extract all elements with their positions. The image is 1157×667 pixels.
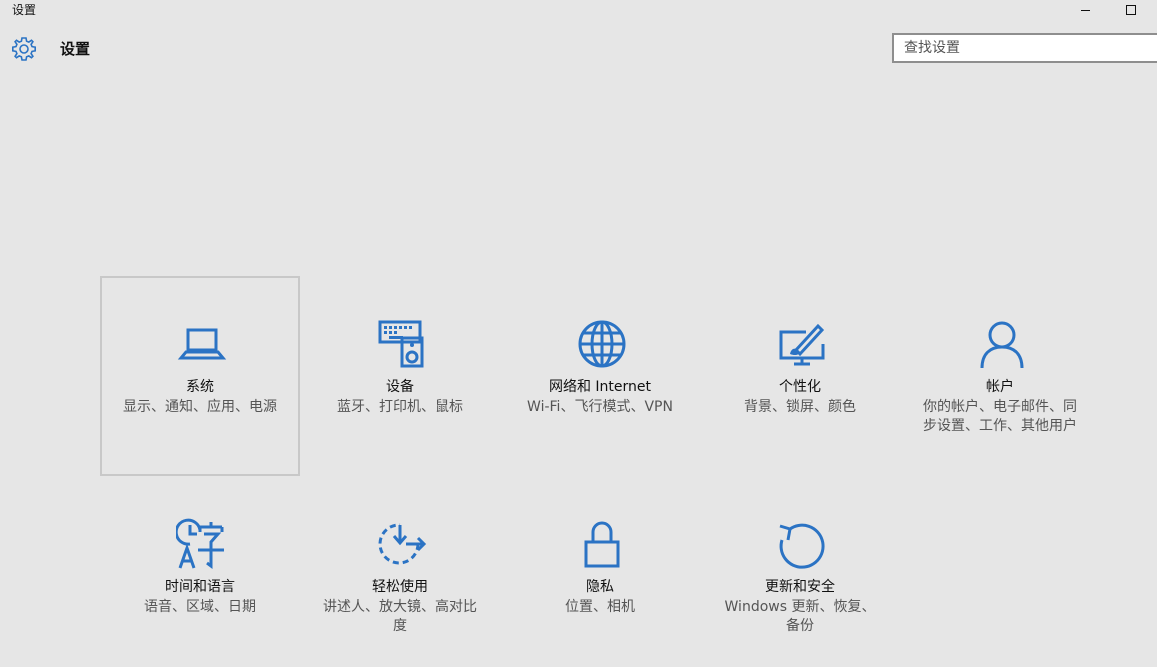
minimize-button[interactable] (1062, 0, 1108, 20)
page-title: 设置 (60, 40, 91, 58)
tile-label: 网络和 Internet (548, 379, 652, 395)
tile-description: 显示、通知、应用、电源 (123, 399, 277, 415)
tile-label: 隐私 (586, 579, 614, 595)
minimize-icon (1080, 10, 1090, 11)
tile-label: 更新和安全 (765, 579, 835, 595)
globe-icon (576, 318, 628, 370)
tile-description: 背景、锁屏、颜色 (744, 399, 856, 415)
tile-label: 个性化 (779, 379, 821, 395)
tile-description: Windows 更新、恢复、备份 (724, 599, 876, 634)
tile-devices[interactable]: 设备 蓝牙、打印机、鼠标 (300, 276, 500, 476)
search-input[interactable] (892, 33, 1157, 63)
settings-window: 设置 设置 系统 显示、通知、应用、电源 (0, 0, 1157, 667)
gear-icon (12, 37, 36, 61)
tile-update-security[interactable]: 更新和安全 Windows 更新、恢复、备份 (700, 476, 900, 667)
paint-monitor-icon (776, 318, 828, 370)
tile-description: 语音、区域、日期 (144, 599, 256, 615)
clock-language-icon (174, 518, 228, 570)
laptop-icon (176, 318, 228, 370)
title-bar: 设置 (0, 0, 1157, 20)
refresh-icon (776, 518, 828, 570)
tile-description: Wi-Fi、飞行模式、VPN (527, 399, 673, 415)
tile-accounts[interactable]: 帐户 你的帐户、电子邮件、同步设置、工作、其他用户 (900, 276, 1100, 476)
tile-label: 时间和语言 (165, 579, 235, 595)
tile-description: 讲述人、放大镜、高对比度 (323, 599, 477, 634)
tile-label: 轻松使用 (372, 579, 428, 595)
person-icon (976, 318, 1028, 370)
tile-description: 你的帐户、电子邮件、同步设置、工作、其他用户 (923, 399, 1077, 434)
maximize-icon (1126, 5, 1136, 15)
tile-ease-of-access[interactable]: 轻松使用 讲述人、放大镜、高对比度 (300, 476, 500, 667)
window-title: 设置 (12, 3, 37, 17)
maximize-button[interactable] (1108, 0, 1154, 20)
tile-description: 蓝牙、打印机、鼠标 (337, 399, 463, 415)
tile-description: 位置、相机 (565, 599, 635, 615)
ease-of-access-icon (376, 518, 428, 570)
tile-personalization[interactable]: 个性化 背景、锁屏、颜色 (700, 276, 900, 476)
lock-icon (576, 518, 628, 570)
tile-label: 帐户 (986, 379, 1014, 395)
tile-label: 系统 (186, 379, 214, 395)
tile-network[interactable]: 网络和 Internet Wi-Fi、飞行模式、VPN (500, 276, 700, 476)
tile-system[interactable]: 系统 显示、通知、应用、电源 (100, 276, 300, 476)
tile-label: 设备 (386, 379, 414, 395)
keyboard-speaker-icon (376, 318, 428, 370)
tile-privacy[interactable]: 隐私 位置、相机 (500, 476, 700, 667)
tile-time-language[interactable]: 时间和语言 语音、区域、日期 (100, 476, 300, 667)
